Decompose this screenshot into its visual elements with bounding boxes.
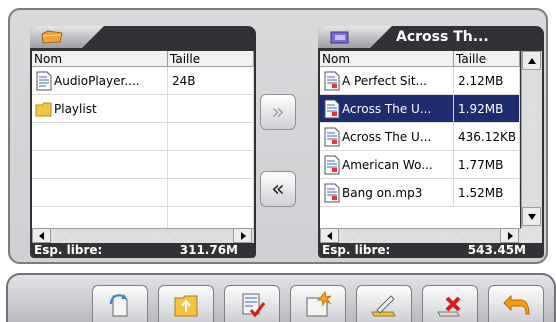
list-item bbox=[32, 179, 254, 207]
new-folder-button[interactable] bbox=[290, 285, 346, 322]
panel-title: Across Th... bbox=[396, 29, 489, 45]
list-item[interactable]: AudioPlayer.... 24B bbox=[32, 67, 254, 95]
delete-icon bbox=[437, 296, 461, 317]
new-folder-icon bbox=[306, 290, 332, 317]
audio-file-icon bbox=[324, 71, 340, 90]
file-size: 1.92MB bbox=[454, 95, 520, 122]
list-item bbox=[32, 123, 254, 151]
left-panel-header bbox=[30, 26, 256, 48]
arrow-left-icon bbox=[38, 231, 44, 240]
folder-icon bbox=[35, 102, 52, 116]
file-name: Playlist bbox=[54, 101, 97, 116]
right-file-list: Nom Taille A Perfect Sit... 2.12MB Acros… bbox=[320, 51, 520, 243]
right-free-space: Esp. libre: 543.45M bbox=[320, 243, 542, 258]
free-space-value: 543.45M bbox=[467, 243, 526, 257]
folder-up-button[interactable] bbox=[158, 285, 214, 322]
list-item-selected[interactable]: Across The U... 1.92MB bbox=[320, 95, 520, 123]
scroll-down-button[interactable] bbox=[522, 207, 541, 226]
select-button[interactable] bbox=[224, 285, 280, 322]
column-header-name[interactable]: Nom bbox=[32, 51, 168, 66]
arrow-left-icon bbox=[326, 231, 332, 240]
back-button[interactable] bbox=[488, 285, 544, 322]
folder-tab-icon bbox=[41, 30, 63, 44]
audio-file-icon bbox=[324, 183, 340, 202]
left-horizontal-scrollbar[interactable] bbox=[32, 228, 254, 243]
file-icon bbox=[36, 71, 52, 90]
select-check-icon bbox=[242, 293, 266, 318]
column-header-name[interactable]: Nom bbox=[320, 51, 454, 66]
file-name: American Wo... bbox=[342, 157, 433, 172]
left-panel: Nom Taille AudioPlayer.... 24B Playlist bbox=[30, 26, 256, 258]
scroll-left-button[interactable] bbox=[320, 228, 339, 243]
bottom-toolbar bbox=[6, 273, 556, 322]
arrow-right-icon bbox=[507, 231, 513, 240]
right-panel-header: Across Th... bbox=[318, 26, 544, 48]
arrow-right-icon bbox=[240, 231, 246, 240]
copy-to-right-button[interactable]: » bbox=[260, 94, 296, 130]
free-space-value: 311.76M bbox=[179, 243, 238, 257]
delete-button[interactable] bbox=[422, 285, 478, 322]
refresh-icon bbox=[109, 294, 128, 317]
list-item[interactable]: Bang on.mp3 1.52MB bbox=[320, 179, 520, 207]
folder-up-icon bbox=[174, 295, 198, 317]
scroll-up-button[interactable] bbox=[522, 51, 541, 70]
scrollbar-corner bbox=[521, 228, 542, 243]
list-item[interactable]: Playlist bbox=[32, 95, 254, 123]
list-item[interactable]: A Perfect Sit... 2.12MB bbox=[320, 67, 520, 95]
music-folder-tab-icon bbox=[330, 31, 349, 44]
audio-file-icon bbox=[324, 155, 340, 174]
file-size: 2.12MB bbox=[454, 67, 520, 94]
file-name: Across The U... bbox=[342, 101, 432, 116]
right-panel: Across Th... Nom Taille A Perfect Sit...… bbox=[318, 26, 544, 258]
right-horizontal-scrollbar[interactable] bbox=[320, 228, 521, 243]
right-vertical-scrollbar[interactable] bbox=[521, 51, 542, 228]
audio-file-icon bbox=[324, 99, 340, 118]
file-size bbox=[168, 95, 254, 122]
arrow-down-icon bbox=[527, 213, 536, 220]
free-space-label: Esp. libre: bbox=[34, 243, 103, 257]
file-size: 1.52MB bbox=[454, 179, 520, 206]
file-name: Across The U... bbox=[342, 129, 432, 144]
scroll-right-button[interactable] bbox=[233, 228, 252, 243]
copy-to-left-button[interactable]: « bbox=[260, 171, 296, 207]
file-size: 436.12KB bbox=[454, 123, 520, 150]
file-size: 24B bbox=[168, 67, 254, 94]
file-name: A Perfect Sit... bbox=[342, 73, 427, 88]
scroll-left-button[interactable] bbox=[32, 228, 51, 243]
file-name: Bang on.mp3 bbox=[342, 185, 423, 200]
list-item[interactable]: Across The U... 436.12KB bbox=[320, 123, 520, 151]
rename-button[interactable] bbox=[356, 285, 412, 322]
rename-icon bbox=[371, 295, 396, 317]
arrow-up-icon bbox=[527, 57, 536, 64]
file-name: AudioPlayer.... bbox=[54, 73, 140, 88]
refresh-button[interactable] bbox=[92, 285, 148, 322]
left-file-list: Nom Taille AudioPlayer.... 24B Playlist bbox=[32, 51, 254, 243]
column-header-size[interactable]: Taille bbox=[168, 51, 254, 66]
audio-file-icon bbox=[324, 127, 340, 146]
free-space-label: Esp. libre: bbox=[322, 243, 391, 257]
back-icon bbox=[503, 294, 530, 315]
list-item bbox=[32, 151, 254, 179]
column-header-size[interactable]: Taille bbox=[454, 51, 520, 66]
scroll-right-button[interactable] bbox=[500, 228, 519, 243]
left-free-space: Esp. libre: 311.76M bbox=[32, 243, 254, 258]
file-size: 1.77MB bbox=[454, 151, 520, 178]
list-item[interactable]: American Wo... 1.77MB bbox=[320, 151, 520, 179]
